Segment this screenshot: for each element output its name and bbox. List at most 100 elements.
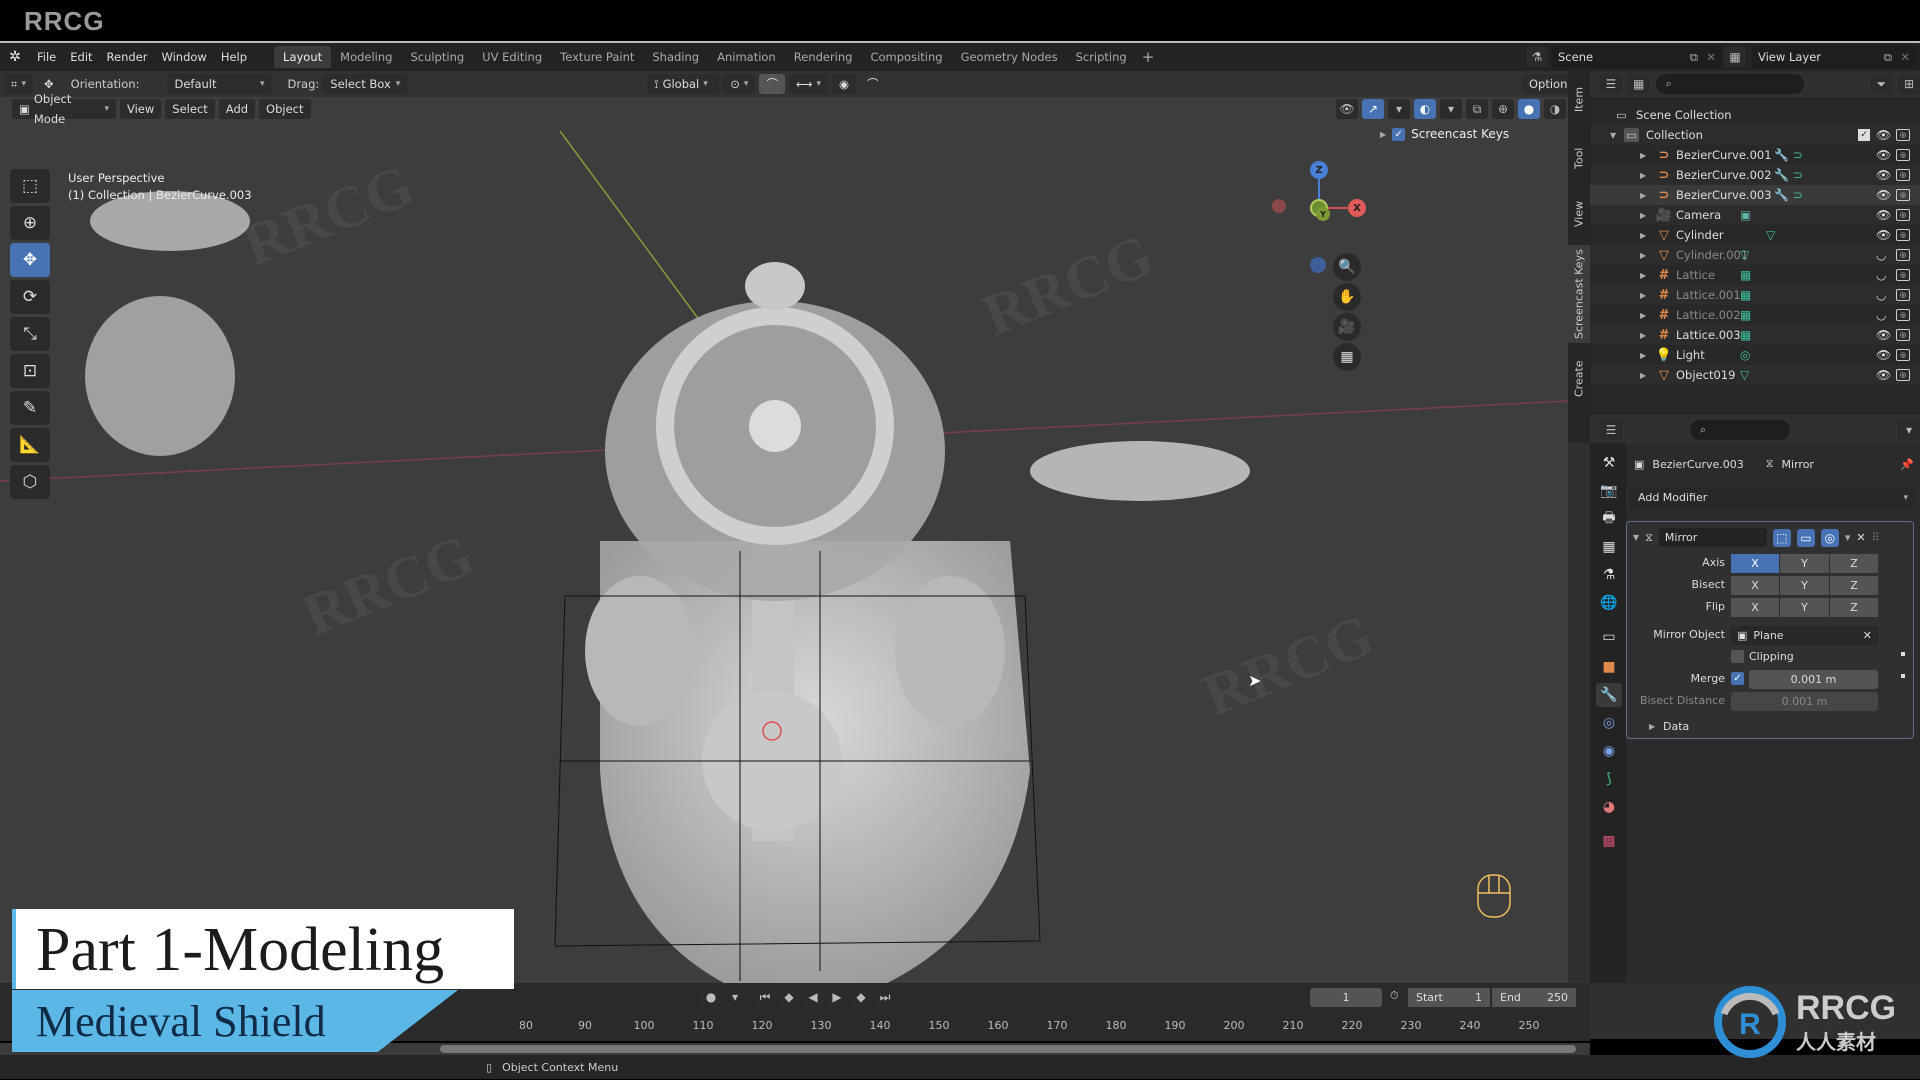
eye-closed-icon[interactable]: ◡ (1876, 308, 1886, 322)
outliner-row[interactable]: ▶ # Lattice.001 ▦ ◡ ◎ (1590, 285, 1920, 305)
menu-add[interactable]: Add (218, 99, 256, 119)
view-layer-properties-tab[interactable]: ▦ (1596, 535, 1622, 559)
collapse-triangle-icon[interactable]: ▼ (1610, 131, 1616, 140)
texture-properties-tab[interactable]: ▩ (1596, 829, 1622, 853)
navigation-gizmo[interactable]: Z X Y (1270, 161, 1366, 273)
outliner-row[interactable]: ▶ # Lattice.003 ▦ 👁 ◎ (1590, 325, 1920, 345)
blender-logo-icon[interactable]: ✲ (0, 43, 30, 71)
eye-icon[interactable]: 👁 (1876, 148, 1891, 162)
expand-triangle-icon[interactable]: ▶ (1640, 251, 1646, 260)
object-data-properties-tab[interactable]: ⟆ (1596, 767, 1622, 791)
expand-triangle-icon[interactable]: ▶ (1640, 371, 1646, 380)
menu-edit[interactable]: Edit (63, 43, 99, 71)
material-shading-icon[interactable]: ◑ (1544, 99, 1566, 119)
expand-triangle-icon[interactable]: ▶ (1640, 271, 1646, 280)
scene-properties-tab[interactable]: ⚗ (1596, 563, 1622, 587)
scene-selector-icon[interactable]: ⚗ (1526, 47, 1548, 67)
mirror-object-field[interactable]: ▣ Plane ✕ (1731, 626, 1878, 645)
object-properties-tab[interactable]: ■ (1596, 655, 1622, 679)
jump-end-button[interactable]: ⏭ (874, 987, 896, 1007)
lattice-data-icon[interactable]: ▦ (1740, 288, 1751, 302)
axis-y-toggle[interactable]: Y (1780, 554, 1829, 573)
keyframe-dot[interactable] (1901, 652, 1905, 656)
copy-view-layer-icon[interactable]: ⧉ (1884, 50, 1892, 65)
3d-viewport[interactable]: RRCG RRCG RRCG RRCG ⌗ ▾ ✥ Orientation: D… (0, 71, 1568, 983)
mesh-data-icon[interactable]: ▽ (1766, 228, 1775, 242)
overlays-dropdown[interactable]: ▾ (1440, 99, 1462, 119)
visibility-icon[interactable]: 👁 (1336, 99, 1358, 119)
menu-help[interactable]: Help (214, 43, 254, 71)
preview-range-icon[interactable]: ⏱ (1390, 989, 1399, 1003)
filter-icon[interactable]: ⏷ (1870, 74, 1893, 94)
sidebar-tab-view[interactable]: View (1568, 189, 1590, 239)
menu-window[interactable]: Window (154, 43, 213, 71)
orthographic-toggle-icon[interactable]: ▦ (1333, 343, 1361, 371)
outliner-row[interactable]: ▶ ⊃ BezierCurve.002 🔧 ⊃ 👁 ◎ (1590, 165, 1920, 185)
outliner-item-name[interactable]: Lattice.003 (1676, 328, 1741, 342)
gizmo-toggle-icon[interactable]: ↗ (1362, 99, 1384, 119)
transform-pivot-button[interactable]: ⌗ ▾ (4, 74, 34, 94)
flip-x-toggle[interactable]: X (1731, 598, 1779, 617)
tab-compositing[interactable]: Compositing (861, 46, 951, 68)
sidebar-tab-create[interactable]: Create (1568, 349, 1590, 409)
outliner-row[interactable]: ▶ 🎥 Camera ▣ 👁 ◎ (1590, 205, 1920, 225)
lattice-data-icon[interactable]: ▦ (1740, 308, 1751, 322)
gizmo-neg-z[interactable] (1310, 257, 1326, 273)
clipping-checkbox[interactable] (1731, 650, 1744, 663)
orientation-dropdown[interactable]: Default ▾ (167, 74, 272, 94)
outliner-item-name[interactable]: Lattice.002 (1676, 308, 1741, 322)
bisect-distance-input[interactable]: 0.001 m (1731, 692, 1878, 711)
modifier-collapse-icon[interactable]: ▼ (1633, 533, 1639, 542)
render-camera-icon[interactable]: ◎ (1896, 129, 1910, 141)
viewport-display-toggle-icon[interactable]: ▭ (1796, 528, 1815, 547)
tab-sculpting[interactable]: Sculpting (401, 46, 473, 68)
eye-icon[interactable]: 👁 (1876, 228, 1891, 242)
axis-x-toggle[interactable]: X (1731, 554, 1779, 573)
gizmo-z-axis[interactable]: Z (1310, 161, 1328, 179)
clear-mirror-object-icon[interactable]: ✕ (1863, 629, 1872, 642)
overlays-toggle-icon[interactable]: ◐ (1414, 99, 1436, 119)
outliner-item-name[interactable]: BezierCurve.001 (1676, 148, 1772, 162)
current-frame-input[interactable]: 1 (1310, 988, 1382, 1007)
camera-view-icon[interactable]: 🎥 (1333, 313, 1361, 341)
menu-view[interactable]: View (120, 99, 162, 119)
scene-field[interactable]: Scene ⧉ ✕ (1552, 46, 1722, 68)
expand-triangle-icon[interactable]: ▶ (1640, 231, 1646, 240)
outliner-item-name[interactable]: Lattice (1676, 268, 1715, 282)
new-collection-icon[interactable]: ⊞ (1898, 74, 1920, 94)
merge-checkbox[interactable]: ✓ (1731, 672, 1744, 685)
expand-triangle-icon[interactable]: ▶ (1640, 331, 1646, 340)
render-toggle-icon[interactable]: ◎ (1820, 528, 1839, 547)
display-mode-icon[interactable]: ▦ (1627, 74, 1650, 94)
tab-animation[interactable]: Animation (708, 46, 785, 68)
transform-tool[interactable]: ⊡ (10, 354, 50, 388)
add-cube-tool[interactable]: ⬡ (10, 465, 50, 499)
mesh-data-icon[interactable]: ▽ (1740, 368, 1749, 382)
render-camera-icon[interactable]: ◎ (1896, 309, 1910, 321)
outliner-item-name[interactable]: BezierCurve.002 (1676, 168, 1772, 182)
pan-view-icon[interactable]: ✋ (1333, 283, 1361, 311)
particles-properties-tab[interactable]: ◎ (1596, 711, 1622, 735)
render-camera-icon[interactable]: ◎ (1896, 269, 1910, 281)
xray-toggle-icon[interactable]: ⧉ (1466, 99, 1488, 119)
tab-rendering[interactable]: Rendering (785, 46, 862, 68)
copy-scene-icon[interactable]: ⧉ (1690, 50, 1698, 65)
outliner-item-name[interactable]: Cylinder.001 (1676, 248, 1748, 262)
light-data-icon[interactable]: ◎ (1740, 348, 1750, 362)
options-dropdown[interactable]: Options▾ (1522, 74, 1568, 94)
outliner-item-name[interactable]: Lattice.001 (1676, 288, 1741, 302)
lattice-data-icon[interactable]: ▦ (1740, 268, 1751, 282)
bisect-z-toggle[interactable]: Z (1830, 576, 1878, 595)
bisect-x-toggle[interactable]: X (1731, 576, 1779, 595)
outliner-item-name[interactable]: Camera (1676, 208, 1721, 222)
scale-tool[interactable]: ⤡ (10, 317, 50, 351)
outliner-row[interactable]: ▶ ▽ Cylinder.001 ▽ ◡ ◎ (1590, 245, 1920, 265)
physics-properties-tab[interactable]: ◉ (1596, 739, 1622, 763)
sidebar-tab-tool[interactable]: Tool (1568, 133, 1590, 183)
menu-file[interactable]: File (30, 43, 63, 71)
sidebar-tab-item[interactable]: Item (1568, 71, 1590, 127)
render-camera-icon[interactable]: ◎ (1896, 149, 1910, 161)
keyframe-dot[interactable] (1901, 674, 1905, 678)
menu-render[interactable]: Render (100, 43, 155, 71)
view-layer-selector-icon[interactable]: ▦ (1724, 47, 1746, 67)
